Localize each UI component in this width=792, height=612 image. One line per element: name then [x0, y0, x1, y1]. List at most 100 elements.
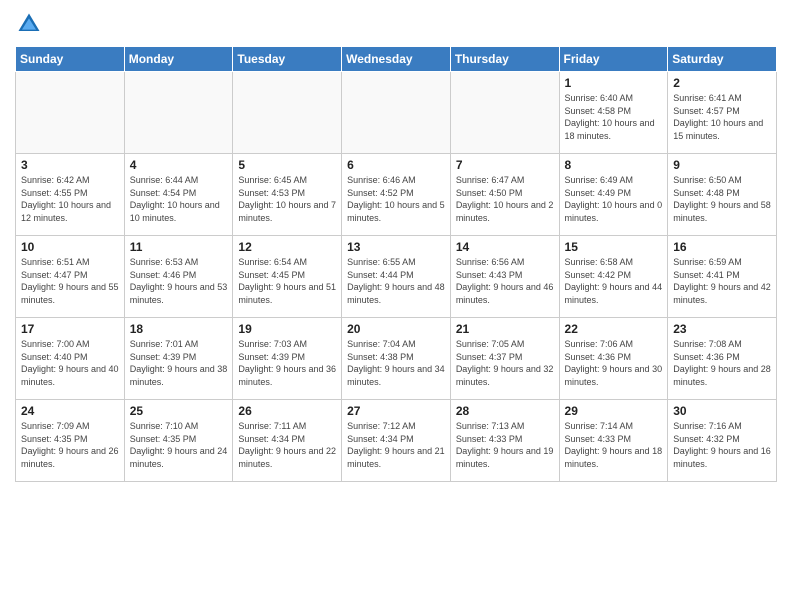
calendar-cell: 12 Sunrise: 6:54 AM Sunset: 4:45 PM Dayli…: [233, 236, 342, 318]
weekday-header: Wednesday: [342, 47, 451, 72]
calendar-cell: 3 Sunrise: 6:42 AM Sunset: 4:55 PM Daylig…: [16, 154, 125, 236]
calendar-cell: 23 Sunrise: 7:08 AM Sunset: 4:36 PM Dayli…: [668, 318, 777, 400]
day-info: Sunrise: 6:58 AM Sunset: 4:42 PM Dayligh…: [565, 256, 663, 306]
calendar-week-row: 24 Sunrise: 7:09 AM Sunset: 4:35 PM Dayli…: [16, 400, 777, 482]
day-info: Sunrise: 7:10 AM Sunset: 4:35 PM Dayligh…: [130, 420, 228, 470]
calendar-cell: 21 Sunrise: 7:05 AM Sunset: 4:37 PM Dayli…: [450, 318, 559, 400]
day-number: 7: [456, 158, 554, 172]
calendar-cell: 4 Sunrise: 6:44 AM Sunset: 4:54 PM Daylig…: [124, 154, 233, 236]
calendar-week-row: 17Sunrise: 7:00 AM Sunset: 4:40 PM Dayli…: [16, 318, 777, 400]
calendar-cell: 24 Sunrise: 7:09 AM Sunset: 4:35 PM Dayli…: [16, 400, 125, 482]
calendar-cell: 7 Sunrise: 6:47 AM Sunset: 4:50 PM Daylig…: [450, 154, 559, 236]
day-info: Sunrise: 6:41 AM Sunset: 4:57 PM Dayligh…: [673, 92, 771, 142]
day-info: Sunrise: 6:53 AM Sunset: 4:46 PM Dayligh…: [130, 256, 228, 306]
day-number: 3: [21, 158, 119, 172]
day-info: Sunrise: 7:11 AM Sunset: 4:34 PM Dayligh…: [238, 420, 336, 470]
day-number: 27: [347, 404, 445, 418]
day-number: 2: [673, 76, 771, 90]
calendar-cell: 8 Sunrise: 6:49 AM Sunset: 4:49 PM Daylig…: [559, 154, 668, 236]
day-number: 11: [130, 240, 228, 254]
calendar-cell: 1Sunrise: 6:40 AM Sunset: 4:58 PM Daylig…: [559, 72, 668, 154]
day-info: Sunrise: 6:45 AM Sunset: 4:53 PM Dayligh…: [238, 174, 336, 224]
calendar-cell: 20Sunrise: 7:04 AM Sunset: 4:38 PM Dayli…: [342, 318, 451, 400]
day-info: Sunrise: 7:16 AM Sunset: 4:32 PM Dayligh…: [673, 420, 771, 470]
day-info: Sunrise: 7:12 AM Sunset: 4:34 PM Dayligh…: [347, 420, 445, 470]
day-number: 19: [238, 322, 336, 336]
page-container: SundayMondayTuesdayWednesdayThursdayFrid…: [0, 0, 792, 492]
day-info: Sunrise: 6:42 AM Sunset: 4:55 PM Dayligh…: [21, 174, 119, 224]
day-info: Sunrise: 7:06 AM Sunset: 4:36 PM Dayligh…: [565, 338, 663, 388]
calendar-cell: [233, 72, 342, 154]
calendar-cell: [342, 72, 451, 154]
calendar-cell: 18 Sunrise: 7:01 AM Sunset: 4:39 PM Dayli…: [124, 318, 233, 400]
day-number: 18: [130, 322, 228, 336]
weekday-header: Tuesday: [233, 47, 342, 72]
day-info: Sunrise: 7:09 AM Sunset: 4:35 PM Dayligh…: [21, 420, 119, 470]
day-number: 26: [238, 404, 336, 418]
calendar-cell: [16, 72, 125, 154]
calendar-cell: 6 Sunrise: 6:46 AM Sunset: 4:52 PM Daylig…: [342, 154, 451, 236]
day-number: 8: [565, 158, 663, 172]
day-number: 23: [673, 322, 771, 336]
weekday-header-row: SundayMondayTuesdayWednesdayThursdayFrid…: [16, 47, 777, 72]
calendar-cell: 11 Sunrise: 6:53 AM Sunset: 4:46 PM Dayli…: [124, 236, 233, 318]
day-number: 13: [347, 240, 445, 254]
calendar-cell: 14Sunrise: 6:56 AM Sunset: 4:43 PM Dayli…: [450, 236, 559, 318]
day-info: Sunrise: 6:59 AM Sunset: 4:41 PM Dayligh…: [673, 256, 771, 306]
day-number: 10: [21, 240, 119, 254]
day-info: Sunrise: 6:49 AM Sunset: 4:49 PM Dayligh…: [565, 174, 663, 224]
calendar-cell: 9 Sunrise: 6:50 AM Sunset: 4:48 PM Daylig…: [668, 154, 777, 236]
day-info: Sunrise: 7:13 AM Sunset: 4:33 PM Dayligh…: [456, 420, 554, 470]
calendar-cell: 29 Sunrise: 7:14 AM Sunset: 4:33 PM Dayli…: [559, 400, 668, 482]
day-info: Sunrise: 7:00 AM Sunset: 4:40 PM Dayligh…: [21, 338, 119, 388]
day-info: Sunrise: 6:47 AM Sunset: 4:50 PM Dayligh…: [456, 174, 554, 224]
calendar-cell: 5Sunrise: 6:45 AM Sunset: 4:53 PM Daylig…: [233, 154, 342, 236]
logo-icon: [15, 10, 43, 38]
calendar-week-row: 10Sunrise: 6:51 AM Sunset: 4:47 PM Dayli…: [16, 236, 777, 318]
day-info: Sunrise: 7:04 AM Sunset: 4:38 PM Dayligh…: [347, 338, 445, 388]
day-info: Sunrise: 7:01 AM Sunset: 4:39 PM Dayligh…: [130, 338, 228, 388]
day-number: 24: [21, 404, 119, 418]
day-number: 28: [456, 404, 554, 418]
calendar-cell: 10Sunrise: 6:51 AM Sunset: 4:47 PM Dayli…: [16, 236, 125, 318]
day-number: 21: [456, 322, 554, 336]
calendar-cell: 19Sunrise: 7:03 AM Sunset: 4:39 PM Dayli…: [233, 318, 342, 400]
day-info: Sunrise: 7:14 AM Sunset: 4:33 PM Dayligh…: [565, 420, 663, 470]
day-number: 6: [347, 158, 445, 172]
day-number: 16: [673, 240, 771, 254]
header: [15, 10, 777, 38]
calendar-cell: 16 Sunrise: 6:59 AM Sunset: 4:41 PM Dayli…: [668, 236, 777, 318]
weekday-header: Saturday: [668, 47, 777, 72]
calendar-cell: 15 Sunrise: 6:58 AM Sunset: 4:42 PM Dayli…: [559, 236, 668, 318]
calendar-cell: 22Sunrise: 7:06 AM Sunset: 4:36 PM Dayli…: [559, 318, 668, 400]
day-number: 9: [673, 158, 771, 172]
day-info: Sunrise: 6:50 AM Sunset: 4:48 PM Dayligh…: [673, 174, 771, 224]
calendar-cell: [450, 72, 559, 154]
day-info: Sunrise: 6:54 AM Sunset: 4:45 PM Dayligh…: [238, 256, 336, 306]
calendar-cell: 26 Sunrise: 7:11 AM Sunset: 4:34 PM Dayli…: [233, 400, 342, 482]
weekday-header: Friday: [559, 47, 668, 72]
weekday-header: Monday: [124, 47, 233, 72]
day-info: Sunrise: 7:08 AM Sunset: 4:36 PM Dayligh…: [673, 338, 771, 388]
day-number: 4: [130, 158, 228, 172]
calendar-cell: 25 Sunrise: 7:10 AM Sunset: 4:35 PM Dayli…: [124, 400, 233, 482]
calendar-cell: 27 Sunrise: 7:12 AM Sunset: 4:34 PM Dayli…: [342, 400, 451, 482]
calendar-cell: 28 Sunrise: 7:13 AM Sunset: 4:33 PM Dayli…: [450, 400, 559, 482]
logo: [15, 10, 47, 38]
day-number: 25: [130, 404, 228, 418]
day-info: Sunrise: 7:05 AM Sunset: 4:37 PM Dayligh…: [456, 338, 554, 388]
day-info: Sunrise: 6:55 AM Sunset: 4:44 PM Dayligh…: [347, 256, 445, 306]
day-number: 29: [565, 404, 663, 418]
calendar-cell: [124, 72, 233, 154]
calendar-cell: 30Sunrise: 7:16 AM Sunset: 4:32 PM Dayli…: [668, 400, 777, 482]
calendar-cell: 2 Sunrise: 6:41 AM Sunset: 4:57 PM Daylig…: [668, 72, 777, 154]
weekday-header: Sunday: [16, 47, 125, 72]
calendar-week-row: 3 Sunrise: 6:42 AM Sunset: 4:55 PM Daylig…: [16, 154, 777, 236]
day-number: 12: [238, 240, 336, 254]
calendar-cell: 13 Sunrise: 6:55 AM Sunset: 4:44 PM Dayli…: [342, 236, 451, 318]
day-info: Sunrise: 6:46 AM Sunset: 4:52 PM Dayligh…: [347, 174, 445, 224]
calendar: SundayMondayTuesdayWednesdayThursdayFrid…: [15, 46, 777, 482]
day-info: Sunrise: 6:44 AM Sunset: 4:54 PM Dayligh…: [130, 174, 228, 224]
weekday-header: Thursday: [450, 47, 559, 72]
day-number: 15: [565, 240, 663, 254]
